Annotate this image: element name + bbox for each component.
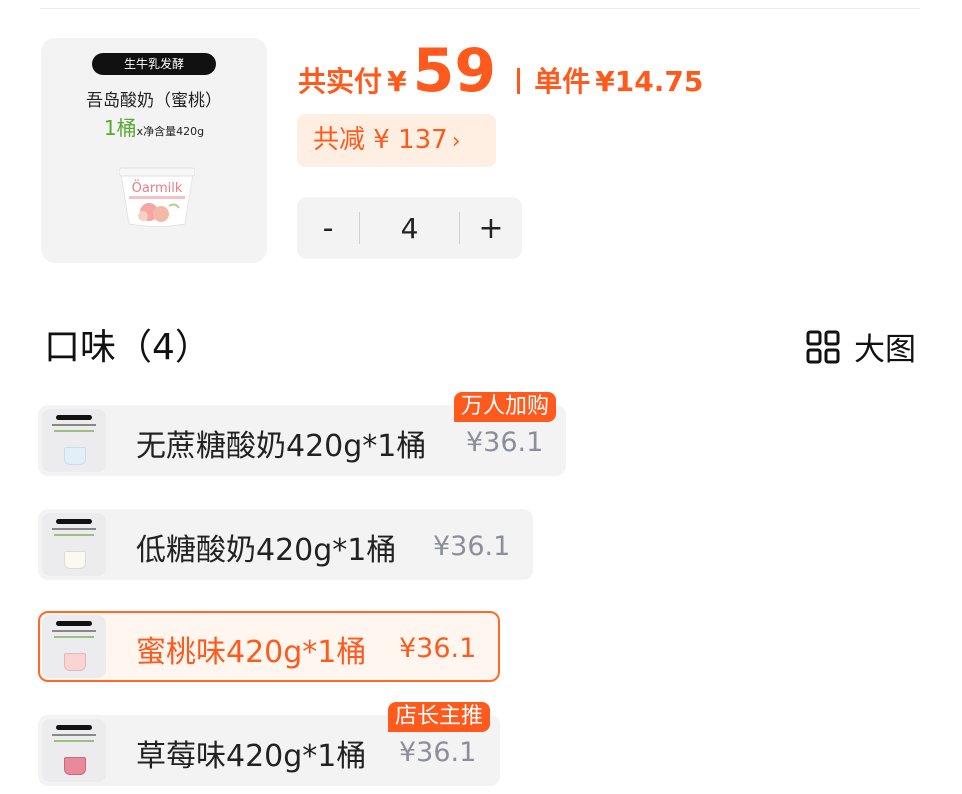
flavor-option-strawberry[interactable]: 草莓味420g*1桶 ¥36.1 店长主推 bbox=[38, 702, 500, 786]
flavor-option-price: ¥36.1 bbox=[433, 531, 511, 562]
flavor-option-no-sugar[interactable]: 无蔗糖酸奶420g*1桶 ¥36.1 万人加购 bbox=[38, 392, 566, 476]
flavor-option-name: 无蔗糖酸奶420g*1桶 bbox=[136, 429, 427, 464]
chevron-right-icon: › bbox=[451, 129, 461, 154]
flavor-option-peach[interactable]: 蜜桃味420g*1桶 ¥36.1 bbox=[38, 611, 500, 682]
product-badge: 生牛乳发酵 bbox=[92, 53, 216, 75]
flavor-option-low-sugar[interactable]: 低糖酸奶420g*1桶 ¥36.1 bbox=[38, 509, 533, 580]
product-net-weight: x净含量420g bbox=[136, 125, 205, 138]
discount-detail-button[interactable]: 共减 ¥ 137 › bbox=[297, 114, 496, 167]
big-view-label: 大图 bbox=[854, 332, 916, 368]
total-price: 59 bbox=[412, 36, 497, 106]
flavor-thumbnail bbox=[42, 513, 106, 576]
big-image-view-toggle[interactable]: 大图 bbox=[806, 324, 916, 369]
popular-tag: 万人加购 bbox=[454, 392, 557, 422]
flavor-option-price: ¥36.1 bbox=[466, 427, 544, 458]
currency-symbol: ¥ bbox=[387, 65, 407, 98]
recommend-tag: 店长主推 bbox=[388, 702, 491, 732]
quantity-value[interactable]: 4 bbox=[360, 212, 459, 245]
flavor-option-price: ¥36.1 bbox=[399, 633, 477, 664]
yogurt-tub-image: Öarmilk bbox=[119, 167, 195, 227]
increment-button[interactable]: + bbox=[460, 211, 522, 246]
flavor-section-title: 口味（4） bbox=[44, 327, 211, 368]
product-quantity: 1桶 bbox=[103, 116, 137, 140]
product-name: 吾岛酸奶（蜜桃） bbox=[86, 91, 222, 111]
flavor-option-name: 蜜桃味420g*1桶 bbox=[136, 635, 367, 670]
unit-label: 单件 bbox=[534, 65, 591, 98]
brand-logo-text: Öarmilk bbox=[132, 179, 183, 196]
total-label: 共实付 bbox=[298, 65, 383, 98]
quantity-stepper: - 4 + bbox=[297, 197, 522, 259]
flavor-option-price: ¥36.1 bbox=[399, 737, 477, 768]
decrement-button[interactable]: - bbox=[297, 211, 359, 246]
flavor-option-name: 草莓味420g*1桶 bbox=[136, 739, 367, 774]
product-image-card[interactable]: 生牛乳发酵 吾岛酸奶（蜜桃） 1桶x净含量420g Öarmilk bbox=[41, 38, 267, 263]
unit-price: ¥14.75 bbox=[595, 65, 704, 98]
discount-text: 共减 ¥ 137 bbox=[313, 125, 448, 155]
price-summary: 共实付 ¥59 单件 ¥14.75 bbox=[298, 36, 703, 106]
flavor-thumbnail bbox=[42, 615, 106, 678]
grid-icon bbox=[806, 330, 840, 363]
flavor-thumbnail bbox=[42, 409, 106, 472]
top-divider bbox=[40, 8, 920, 9]
price-separator bbox=[517, 68, 521, 94]
flavor-thumbnail bbox=[42, 719, 106, 782]
flavor-option-name: 低糖酸奶420g*1桶 bbox=[136, 533, 397, 568]
product-quantity-line: 1桶x净含量420g bbox=[41, 112, 267, 141]
